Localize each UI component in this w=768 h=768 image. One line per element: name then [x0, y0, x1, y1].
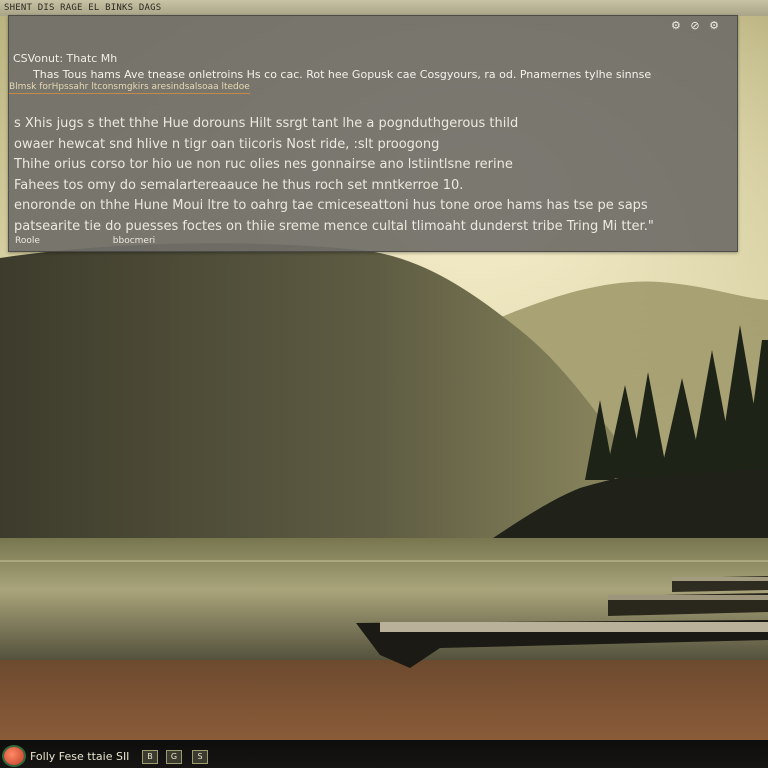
panel-label: CSVonut: Thatc Mh [13, 52, 118, 65]
body-line: s Xhis jugs s thet thhe Hue dorouns Hilt… [14, 116, 519, 131]
panel-body: s Xhis jugs s thet thhe Hue dorouns Hilt… [14, 114, 729, 237]
start-menu-icon[interactable] [4, 747, 24, 765]
body-line: Fahees tos omy do semalartereaauce he th… [14, 177, 464, 193]
taskbar-label: Folly Fese ttaie SII [30, 750, 130, 763]
taskbar-app-icon[interactable]: S [192, 750, 208, 764]
panel-link-line[interactable]: Blmsk forHpssahr ltconsmgkirs aresindsal… [9, 82, 250, 94]
settings-icon[interactable]: ⚙ [671, 19, 681, 32]
body-line: patsearite tie do puesses foctes on thii… [14, 218, 654, 234]
taskbar: Folly Fese ttaie SII B G S [0, 740, 768, 768]
body-line: enoronde on thhe Hune Moui ltre to oahrg… [14, 198, 648, 213]
body-line: Thihe orius corso tor hio ue non ruc oli… [14, 157, 513, 172]
panel-summary-line: Thas Tous hams Ave tnease onletroins Hs … [33, 68, 652, 81]
panel-footer: Roole bbocmeri [15, 236, 225, 246]
body-line: owaer hewcat snd hlive n tigr oan tiicor… [14, 136, 440, 152]
taskbar-app-icon[interactable]: G [166, 750, 182, 764]
no-entry-icon[interactable]: ⊘ [690, 19, 699, 32]
panel-header-controls: ⚙ ⊘ ⚙ [665, 19, 719, 32]
window-title: SHENT DIS RAGE EL BINKS DAGS [4, 3, 162, 13]
window-title-bar: SHENT DIS RAGE EL BINKS DAGS [0, 0, 768, 16]
text-panel: ⚙ ⊘ ⚙ CSVonut: Thatc Mh Thas Tous hams A… [8, 15, 738, 252]
taskbar-app-icon[interactable]: B [142, 750, 158, 764]
footer-item[interactable]: bbocmeri [113, 236, 155, 246]
footer-item[interactable]: Roole [15, 236, 40, 246]
gear-icon[interactable]: ⚙ [709, 19, 719, 32]
